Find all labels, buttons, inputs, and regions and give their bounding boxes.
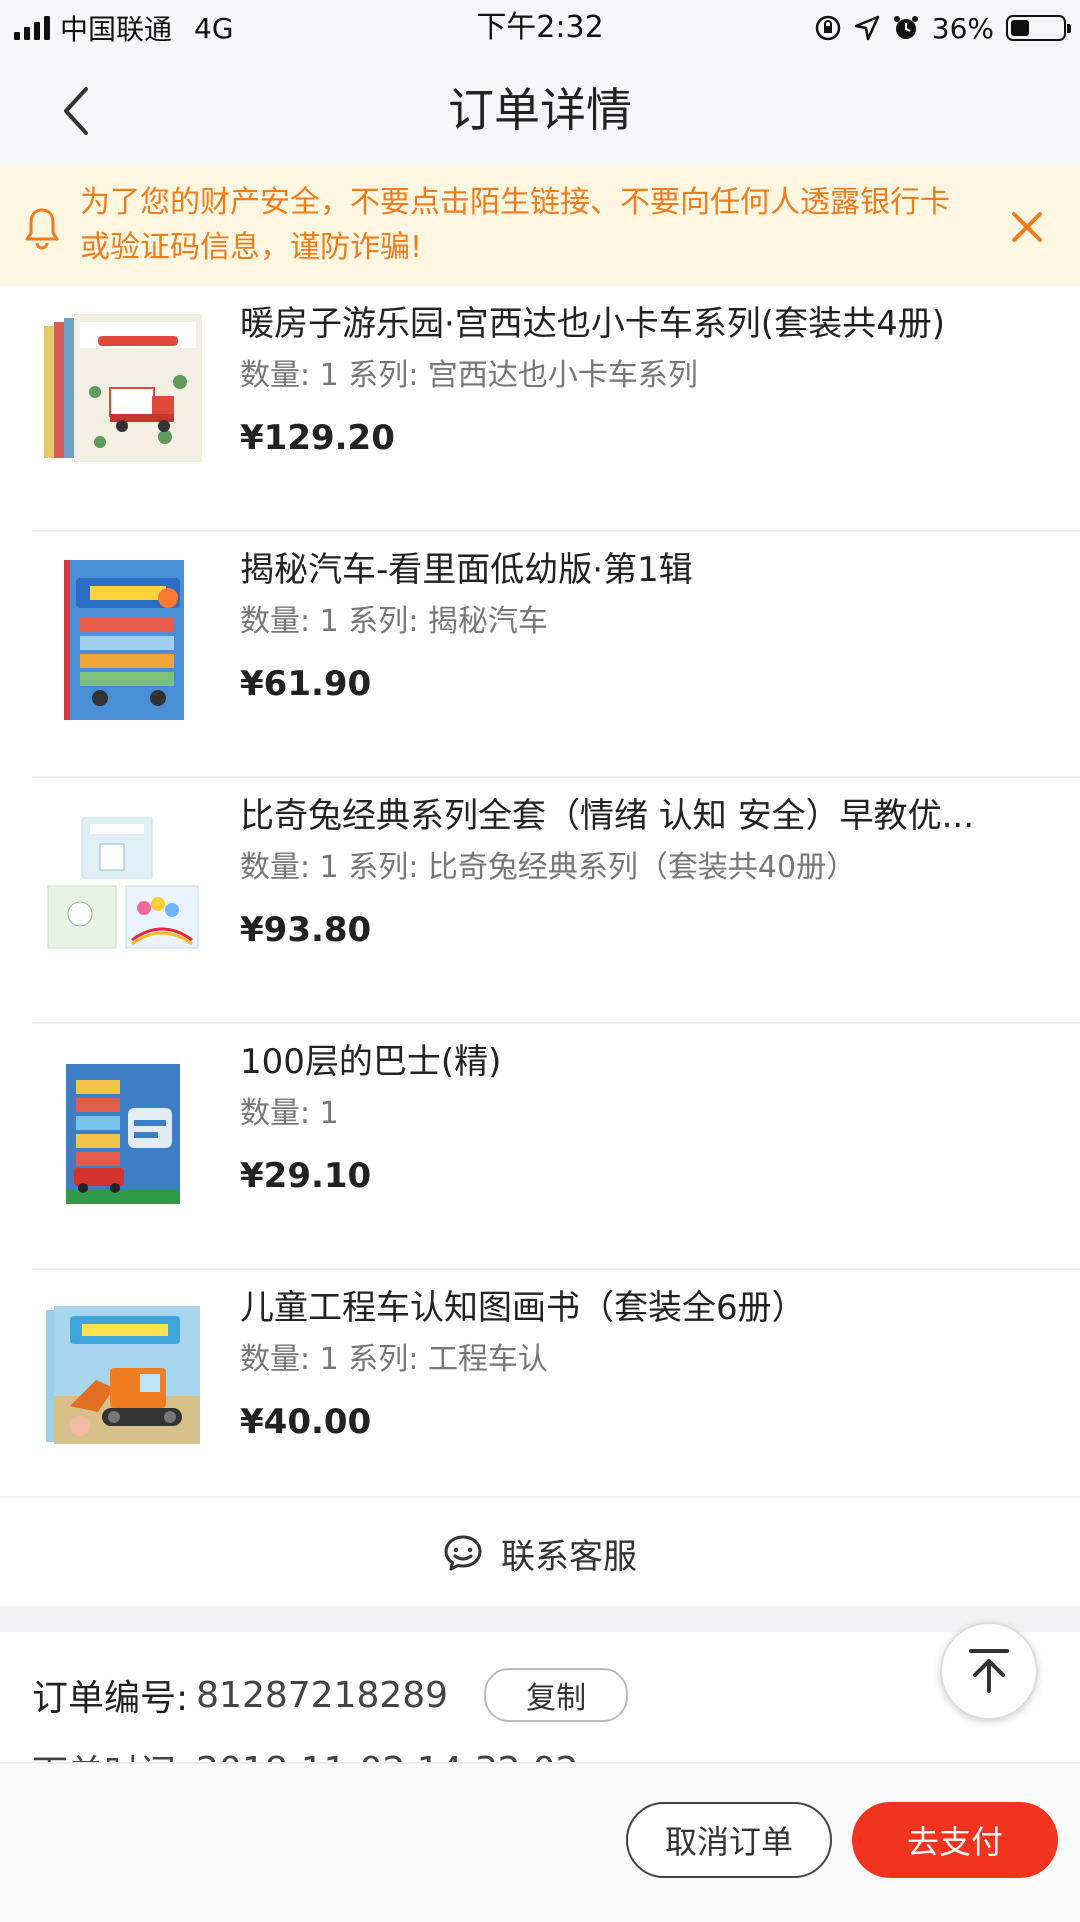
product-thumbnail-truck-books — [40, 312, 205, 477]
section-gap — [0, 1606, 1080, 1632]
status-right: 36% — [814, 8, 1071, 48]
product-thumbnail-excavator-book — [40, 1296, 205, 1461]
location-arrow-icon — [854, 15, 880, 41]
product-meta: 数量: 1 系列: 比奇兔经典系列（套装共40册） — [240, 850, 857, 885]
battery-icon — [1006, 15, 1071, 41]
notice-text: 为了您的财产安全，不要点击陌生链接、不要向任何人透露银行卡 或验证码信息，谨防诈… — [80, 180, 1000, 270]
page-title: 订单详情 — [448, 83, 632, 137]
product-name: 揭秘汽车-看里面低幼版·第1辑 — [240, 550, 693, 590]
product-name: 暖房子游乐园·宫西达也小卡车系列(套装共4册) — [240, 304, 945, 344]
pay-button[interactable]: 去支付 — [852, 1802, 1058, 1878]
product-item[interactable]: 100层的巴士(精) 数量: 1 ¥29.10 — [0, 1024, 1080, 1270]
battery-percent: 36% — [931, 11, 994, 45]
product-price: ¥129.20 — [240, 418, 395, 458]
status-bar: 中国联通 4G 下午2:32 36% — [0, 0, 1080, 54]
notice-line-2: 或验证码信息，谨防诈骗! — [80, 230, 423, 265]
arrow-up-to-top-icon — [969, 1649, 1009, 1693]
alarm-icon — [893, 16, 918, 39]
product-item[interactable]: 儿童工程车认知图画书（套装全6册） 数量: 1 系列: 工程车认 ¥40.00 — [0, 1270, 1080, 1516]
product-meta: 数量: 1 系列: 工程车认 — [240, 1342, 548, 1377]
order-number-value: 81287218289 — [196, 1674, 449, 1716]
order-number-row: 订单编号: 81287218289 复制 — [32, 1668, 629, 1722]
product-name: 100层的巴士(精) — [240, 1042, 502, 1082]
product-price: ¥40.00 — [240, 1402, 372, 1442]
orientation-lock-icon — [815, 15, 841, 41]
security-notice: 为了您的财产安全，不要点击陌生链接、不要向任何人透露银行卡 或验证码信息，谨防诈… — [0, 166, 1080, 286]
product-item[interactable]: 揭秘汽车-看里面低幼版·第1辑 数量: 1 系列: 揭秘汽车 ¥61.90 — [0, 532, 1080, 778]
product-meta: 数量: 1 系列: 宫西达也小卡车系列 — [240, 358, 698, 393]
product-price: ¥29.10 — [240, 1156, 372, 1196]
product-price: ¥61.90 — [240, 664, 372, 704]
close-icon[interactable] — [1006, 206, 1048, 248]
product-list: 暖房子游乐园·宫西达也小卡车系列(套装共4册) 数量: 1 系列: 宫西达也小卡… — [0, 286, 1080, 1516]
product-name: 儿童工程车认知图画书（套装全6册） — [240, 1288, 806, 1328]
contact-service-label: 联系客服 — [501, 1536, 637, 1577]
order-time-label: 下单时间: — [32, 1744, 188, 1762]
product-item[interactable]: 比奇兔经典系列全套（情绪 认知 安全）早教优... 数量: 1 系列: 比奇兔经… — [0, 778, 1080, 1024]
cancel-order-button[interactable]: 取消订单 — [626, 1802, 832, 1878]
product-thumbnail-car-book — [40, 558, 205, 723]
product-price: ¥93.80 — [240, 910, 372, 950]
nav-bar: 订单详情 — [0, 54, 1080, 166]
scroll-top-button[interactable] — [940, 1622, 1038, 1720]
product-thumbnail-bus-book — [40, 1050, 205, 1215]
chat-smile-icon — [444, 1535, 482, 1571]
order-time-value: 2018-11-02 14:32:02 — [196, 1750, 578, 1763]
product-meta: 数量: 1 — [240, 1096, 339, 1131]
order-time-row: 下单时间: 2018-11-02 14:32:02 — [32, 1744, 578, 1763]
contact-service-button[interactable]: 联系客服 — [0, 1496, 1080, 1608]
bottom-action-bar: 取消订单 去支付 — [0, 1762, 1080, 1922]
product-item[interactable]: 暖房子游乐园·宫西达也小卡车系列(套装共4册) 数量: 1 系列: 宫西达也小卡… — [0, 286, 1080, 532]
copy-button[interactable]: 复制 — [484, 1668, 629, 1722]
bell-icon — [25, 208, 59, 250]
order-number-label: 订单编号: — [32, 1678, 189, 1719]
product-thumbnail-rabbit-books — [40, 804, 205, 969]
product-name: 比奇兔经典系列全套（情绪 认知 安全）早教优... — [240, 796, 975, 836]
product-meta: 数量: 1 系列: 揭秘汽车 — [240, 604, 548, 639]
notice-line-1: 为了您的财产安全，不要点击陌生链接、不要向任何人透露银行卡 — [80, 185, 950, 220]
order-info: 订单编号: 81287218289 复制 下单时间: 2018-11-02 14… — [0, 1632, 1080, 1762]
